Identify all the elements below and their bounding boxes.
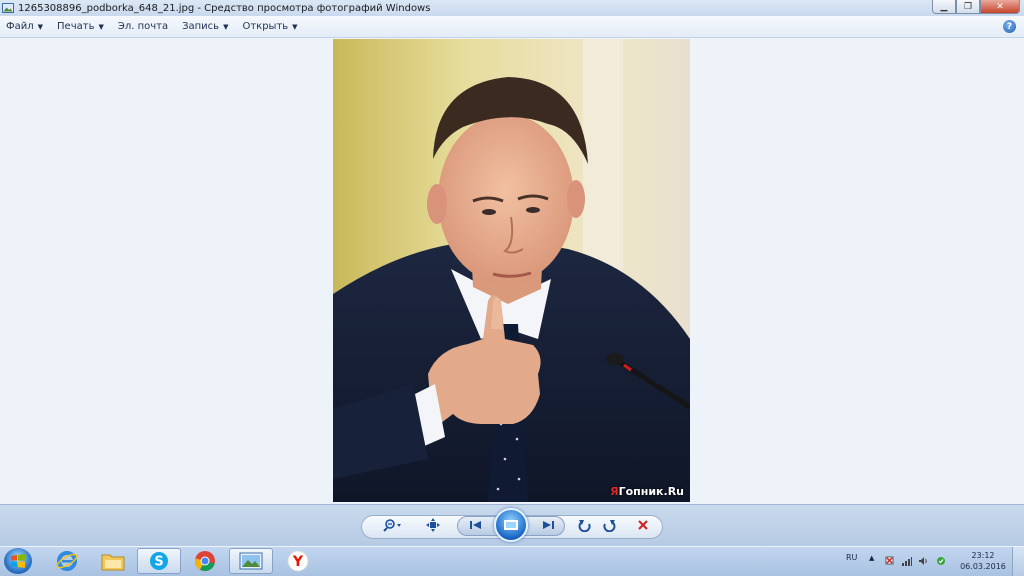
minimize-button[interactable]: ▁ bbox=[932, 0, 956, 14]
window-controls: ▁ ❐ ✕ bbox=[932, 0, 1020, 14]
zoom-button[interactable] bbox=[380, 515, 406, 535]
previous-button[interactable] bbox=[465, 515, 487, 535]
menu-email-label: Эл. почта bbox=[117, 21, 169, 32]
taskbar-chrome[interactable] bbox=[183, 548, 227, 574]
taskbar-internet-explorer[interactable] bbox=[45, 548, 89, 574]
actual-size-button[interactable] bbox=[424, 515, 442, 535]
watermark-text: Гопник.Ru bbox=[618, 485, 684, 498]
svg-text:Y: Y bbox=[292, 554, 304, 570]
show-hidden-icons-icon[interactable]: ▲ bbox=[869, 554, 874, 562]
next-icon bbox=[543, 521, 554, 529]
displayed-photo: ЯГопник.Ru bbox=[333, 39, 690, 502]
menu-email[interactable]: Эл. почта bbox=[118, 21, 168, 32]
zoom-magnifier-icon bbox=[383, 519, 401, 532]
photo-viewer-icon bbox=[239, 552, 263, 570]
taskbar-file-explorer[interactable] bbox=[91, 548, 135, 574]
menu-file-label: Файл bbox=[6, 21, 34, 32]
next-button[interactable] bbox=[537, 515, 559, 535]
start-button[interactable] bbox=[4, 548, 32, 574]
menu-burn[interactable]: Запись ▼ bbox=[182, 21, 228, 32]
update-status-icon[interactable] bbox=[936, 556, 946, 566]
skype-icon: S bbox=[150, 552, 168, 570]
rotate-clockwise-icon bbox=[603, 520, 616, 532]
svg-text:S: S bbox=[154, 555, 163, 570]
photo-viewer-app-icon bbox=[2, 3, 14, 13]
help-button[interactable]: ? bbox=[1003, 20, 1016, 33]
clock-date: 06.03.2016 bbox=[960, 562, 1006, 571]
show-desktop-button[interactable] bbox=[1012, 547, 1024, 576]
delete-icon bbox=[638, 520, 648, 530]
menu-open[interactable]: Открыть ▼ bbox=[242, 21, 297, 32]
window-title: 1265308896_podborka_648_21.jpg - Средств… bbox=[18, 2, 431, 14]
clock-time: 23:12 bbox=[971, 551, 995, 560]
network-signal-icon[interactable] bbox=[902, 556, 912, 566]
menu-print-label: Печать bbox=[57, 21, 95, 32]
system-clock[interactable]: 23:12 06.03.2016 bbox=[960, 550, 1006, 572]
maximize-button[interactable]: ❐ bbox=[956, 0, 980, 14]
delete-button[interactable] bbox=[634, 515, 652, 535]
menu-file[interactable]: Файл ▼ bbox=[6, 21, 43, 32]
menu-open-label: Открыть bbox=[242, 21, 289, 32]
menu-burn-label: Запись bbox=[182, 21, 220, 32]
rotate-clockwise-button[interactable] bbox=[600, 515, 618, 535]
file-explorer-icon bbox=[101, 554, 125, 571]
taskbar-photo-viewer[interactable] bbox=[229, 548, 273, 574]
menu-bar: Файл ▼ Печать ▼ Эл. почта Запись ▼ Открыть ▼ bbox=[0, 16, 1024, 38]
slideshow-icon bbox=[504, 520, 518, 530]
volume-icon[interactable] bbox=[918, 556, 928, 566]
close-button[interactable]: ✕ bbox=[980, 0, 1020, 14]
chrome-icon bbox=[195, 551, 215, 571]
watermark-prefix: Я bbox=[610, 485, 619, 498]
image-viewer-area: ЯГопник.Ru bbox=[0, 39, 1024, 504]
slideshow-button[interactable] bbox=[494, 508, 528, 542]
menu-print[interactable]: Печать ▼ bbox=[57, 21, 104, 32]
actual-size-icon bbox=[426, 518, 440, 532]
dropdown-arrow-icon: ▼ bbox=[292, 22, 298, 31]
taskbar-yandex-browser[interactable]: Y bbox=[276, 548, 320, 574]
internet-explorer-icon bbox=[56, 551, 78, 571]
language-indicator[interactable]: RU bbox=[846, 553, 857, 562]
rotate-counterclockwise-button[interactable] bbox=[576, 515, 594, 535]
dropdown-arrow-icon: ▼ bbox=[223, 22, 229, 31]
yandex-browser-icon: Y bbox=[287, 550, 309, 572]
flag-icon[interactable] bbox=[885, 556, 895, 566]
dropdown-arrow-icon: ▼ bbox=[37, 22, 44, 31]
dropdown-arrow-icon: ▼ bbox=[98, 22, 104, 31]
title-bar: 1265308896_podborka_648_21.jpg - Средств… bbox=[0, 0, 1024, 16]
previous-icon bbox=[470, 521, 481, 529]
photo-watermark: ЯГопник.Ru bbox=[610, 485, 684, 498]
taskbar-skype[interactable]: S bbox=[137, 548, 181, 574]
windows-logo-icon bbox=[11, 554, 25, 568]
photo-image bbox=[333, 39, 690, 502]
rotate-counterclockwise-icon bbox=[578, 520, 591, 532]
